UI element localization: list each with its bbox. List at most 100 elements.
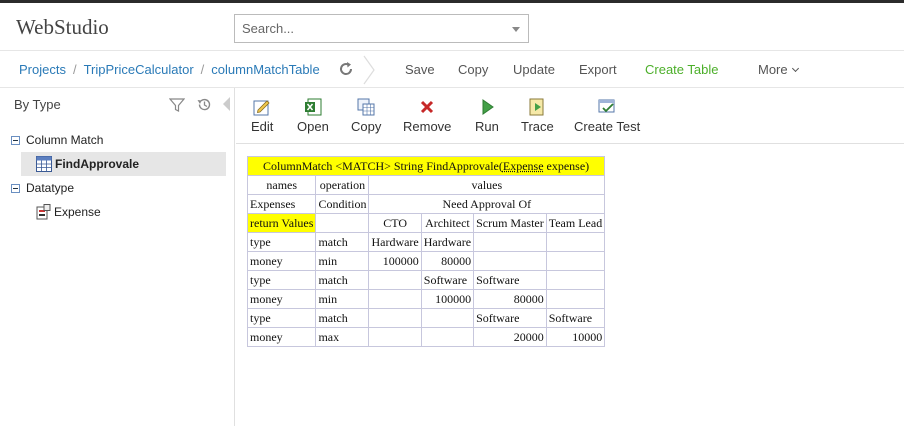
table-cell[interactable]	[368, 308, 422, 328]
table-cell[interactable]: money	[246, 289, 317, 309]
table-cell[interactable]	[420, 308, 475, 328]
table-cell[interactable]: 80000	[473, 289, 547, 309]
trace-icon	[529, 98, 544, 116]
table-cell[interactable]	[545, 232, 606, 252]
table-cell[interactable]	[368, 289, 422, 309]
table-cell[interactable]: Software	[473, 270, 547, 290]
run-label: Run	[475, 119, 499, 134]
filter-icon[interactable]	[169, 97, 185, 113]
table-cell[interactable]: values	[368, 175, 606, 195]
copy-icon	[357, 98, 375, 116]
table-cell[interactable]	[420, 327, 475, 347]
editor-area: ColumnMatch <MATCH> String FindApprovale…	[236, 145, 904, 426]
table-cell[interactable]	[315, 213, 370, 233]
table-row: names operation values	[246, 175, 606, 195]
table-cell[interactable]	[473, 251, 547, 271]
table-cell[interactable]: return Values	[246, 213, 317, 233]
update-button[interactable]: Update	[513, 62, 555, 77]
table-cell[interactable]: names	[246, 175, 317, 195]
save-button[interactable]: Save	[405, 62, 435, 77]
edit-button[interactable]: Edit	[251, 98, 273, 134]
table-cell[interactable]: Scrum Master	[473, 213, 547, 233]
open-label: Open	[297, 119, 329, 134]
table-row: money max 20000 10000	[246, 327, 606, 347]
table-cell[interactable]: Hardware	[420, 232, 475, 252]
table-cell[interactable]: Hardware	[368, 232, 422, 252]
table-cell[interactable]	[473, 232, 547, 252]
table-cell[interactable]: min	[315, 251, 370, 271]
edit-icon	[253, 100, 270, 116]
decision-table: ColumnMatch <MATCH> String FindApprovale…	[246, 156, 606, 347]
breadcrumb-projects[interactable]: Projects	[19, 62, 66, 77]
tree-item-find-approvale[interactable]: FindApprovale	[55, 157, 139, 171]
more-menu-button[interactable]: More	[758, 62, 799, 77]
breadcrumb-bar: Projects / TripPriceCalculator / columnMatch…	[0, 51, 904, 88]
table-cell[interactable]: Software	[473, 308, 547, 328]
table-cell[interactable]	[368, 270, 422, 290]
table-cell[interactable]: type	[246, 270, 317, 290]
breadcrumb-module[interactable]: columnMatchTable	[211, 62, 319, 77]
table-cell[interactable]: match	[315, 270, 370, 290]
collapse-toggle-icon[interactable]	[11, 184, 20, 193]
refresh-icon[interactable]	[338, 61, 354, 77]
breadcrumb-project[interactable]: TripPriceCalculator	[84, 62, 194, 77]
breadcrumb-separator: /	[200, 62, 205, 77]
table-cell[interactable]: Condition	[315, 194, 370, 214]
signature-type-link[interactable]: Expense	[503, 159, 544, 173]
table-cell[interactable]: type	[246, 308, 317, 328]
table-cell[interactable]: Architect	[420, 213, 475, 233]
table-cell[interactable]: match	[315, 232, 370, 252]
table-cell[interactable]: max	[315, 327, 370, 347]
table-row: type match Software Software	[246, 270, 606, 290]
open-button[interactable]: Open	[297, 98, 329, 134]
table-cell[interactable]	[545, 289, 606, 309]
trace-button[interactable]: Trace	[521, 98, 554, 134]
remove-button[interactable]: Remove	[403, 98, 451, 134]
copy-button[interactable]: Copy	[458, 62, 488, 77]
table-cell[interactable]: Need Approval Of	[368, 194, 606, 214]
table-signature[interactable]: ColumnMatch <MATCH> String FindApprovale…	[246, 156, 606, 176]
tree-group-datatype[interactable]: Datatype	[26, 181, 74, 195]
table-cell[interactable]: 100000	[420, 289, 475, 309]
table-cell[interactable]: type	[246, 232, 317, 252]
header: WebStudio	[0, 3, 904, 51]
copy-table-button[interactable]: Copy	[351, 98, 381, 134]
table-cell[interactable]: min	[315, 289, 370, 309]
run-button[interactable]: Run	[475, 98, 499, 134]
table-cell[interactable]: match	[315, 308, 370, 328]
create-test-button[interactable]: Create Test	[574, 98, 640, 134]
collapse-panel-icon[interactable]	[223, 97, 230, 111]
export-button[interactable]: Export	[579, 62, 617, 77]
create-table-button[interactable]: Create Table	[645, 62, 718, 77]
table-cell[interactable]: Software	[420, 270, 475, 290]
table-cell[interactable]: money	[246, 251, 317, 271]
tree-item-expense[interactable]: Expense	[54, 205, 101, 219]
table-cell[interactable]: money	[246, 327, 317, 347]
table-cell[interactable]: operation	[315, 175, 370, 195]
tree-group-column-match[interactable]: Column Match	[26, 133, 103, 147]
table-cell[interactable]: 20000	[473, 327, 547, 347]
search-input[interactable]	[235, 15, 495, 42]
search-box[interactable]	[234, 14, 529, 43]
table-cell[interactable]: Software	[545, 308, 606, 328]
collapse-toggle-icon[interactable]	[11, 136, 20, 145]
table-cell[interactable]: Expenses	[246, 194, 317, 214]
table-cell[interactable]	[545, 270, 606, 290]
table-cell[interactable]: Team Lead	[545, 213, 606, 233]
app-logo[interactable]: WebStudio	[16, 15, 109, 40]
datatype-icon	[36, 204, 51, 220]
table-cell[interactable]: CTO	[368, 213, 422, 233]
table-cell[interactable]: 80000	[420, 251, 475, 271]
copy-label: Copy	[351, 119, 382, 134]
toolbar: Edit Open Copy Remove Run Trace Create T…	[236, 88, 904, 144]
breadcrumb: Projects / TripPriceCalculator / columnMatch…	[19, 62, 320, 77]
history-icon[interactable]	[196, 96, 213, 113]
table-cell[interactable]	[368, 327, 422, 347]
search-dropdown-icon[interactable]	[512, 27, 520, 32]
excel-icon	[304, 98, 322, 116]
table-row: money min 100000 80000	[246, 251, 606, 271]
table-cell[interactable]: 10000	[545, 327, 606, 347]
table-cell[interactable]	[545, 251, 606, 271]
view-type-label[interactable]: By Type	[14, 97, 61, 112]
table-cell[interactable]: 100000	[368, 251, 422, 271]
